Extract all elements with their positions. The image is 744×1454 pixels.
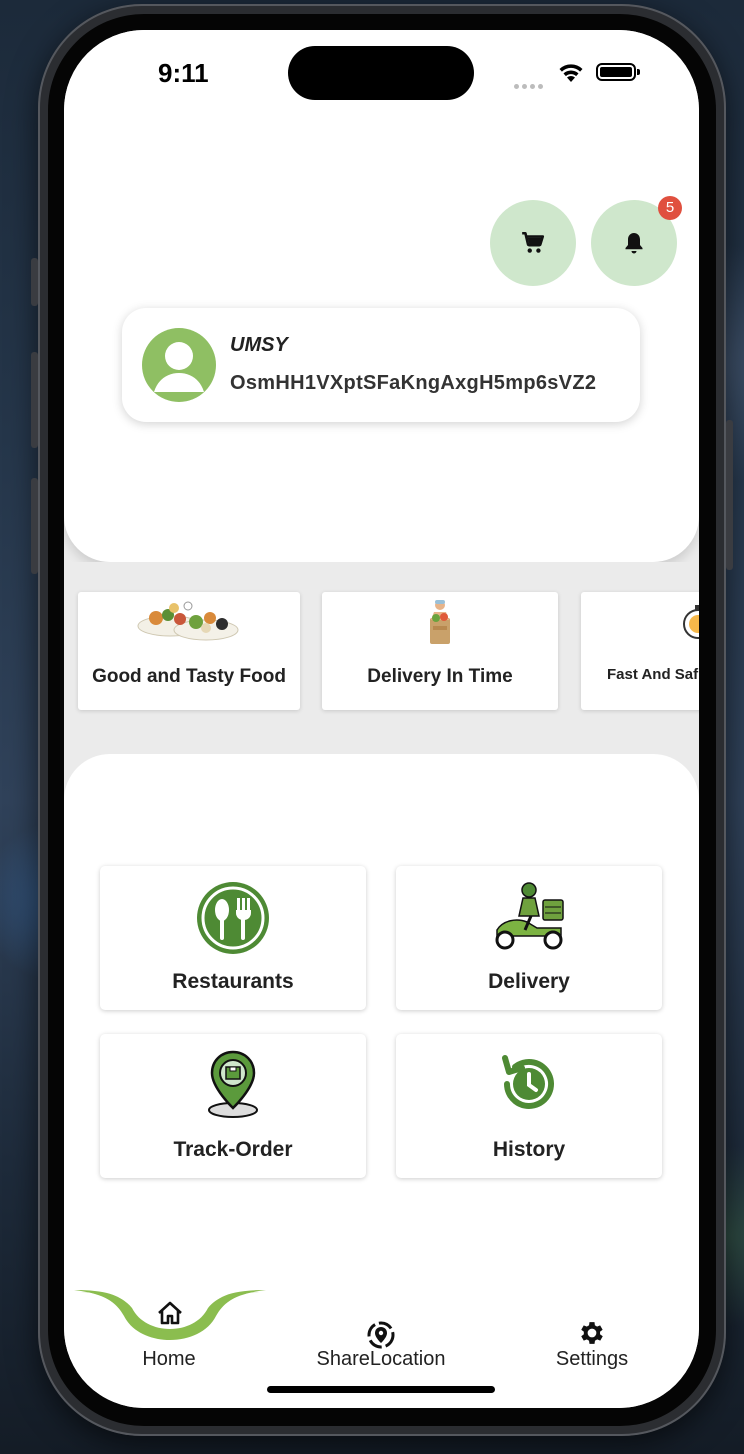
nav-share-location[interactable]: ShareLocation — [300, 1314, 462, 1384]
feature-card-fast-safe[interactable]: Fast And Saf — [581, 592, 699, 710]
feature-label: Delivery In Time — [367, 666, 513, 687]
map-pin-package-icon — [208, 1050, 258, 1118]
main-card: Restaurants Delivery Track-Order History… — [64, 754, 699, 1408]
nav-label-home: Home — [142, 1348, 196, 1370]
status-time: 9:11 — [158, 58, 209, 88]
cart-icon — [522, 231, 545, 253]
profile-card[interactable]: UMSY OsmHH1VXptSFaKngAxgH5mp6sVZ2 — [122, 308, 640, 422]
tile-label: Track-Order — [173, 1138, 293, 1161]
user-icon — [154, 342, 204, 392]
cellular-signal-icon — [514, 76, 546, 94]
track-order-tile[interactable]: Track-Order — [100, 1034, 366, 1178]
feature-label: Good and Tasty Food — [92, 666, 286, 687]
bell-icon — [625, 233, 643, 254]
battery-icon — [596, 63, 640, 81]
delivery-scooter-icon — [495, 882, 564, 950]
notification-badge: 5 — [658, 196, 682, 220]
delivery-tile[interactable]: Delivery — [396, 866, 662, 1010]
app-screen: 5 UMSY OsmHH1VXptSFaKngAxgH5mp6sVZ2 Good… — [64, 30, 699, 1408]
tile-label: Restaurants — [172, 970, 294, 993]
feature-card-food[interactable]: Good and Tasty Food — [78, 592, 300, 710]
avatar — [142, 328, 216, 402]
header-card: 5 UMSY OsmHH1VXptSFaKngAxgH5mp6sVZ2 — [64, 30, 699, 562]
feature-carousel[interactable]: Good and Tasty Food Delivery In Time Fas… — [64, 562, 699, 722]
tile-label: Delivery — [488, 970, 570, 993]
home-icon — [158, 1301, 182, 1325]
food-platter-icon — [137, 601, 239, 641]
grocery-bag-icon — [430, 600, 450, 644]
dynamic-island — [288, 46, 474, 100]
nav-settings[interactable]: Settings — [542, 1314, 642, 1384]
power-button — [726, 420, 733, 570]
restaurant-icon — [197, 882, 269, 954]
feature-card-delivery[interactable]: Delivery In Time — [322, 592, 558, 710]
history-clock-icon — [502, 1055, 554, 1109]
volume-down-button — [31, 478, 38, 574]
tile-label: History — [492, 1138, 566, 1161]
mute-switch — [31, 258, 38, 306]
cart-button[interactable] — [490, 200, 576, 286]
feature-label: Fast And Saf — [607, 666, 699, 683]
location-icon — [367, 1321, 395, 1349]
wifi-icon — [559, 64, 583, 82]
nav-label-settings: Settings — [555, 1348, 629, 1370]
profile-name: UMSY — [230, 334, 288, 356]
profile-user-id: OsmHH1VXptSFaKngAxgH5mp6sVZ2 — [230, 372, 597, 394]
nav-home[interactable]: Home — [124, 1274, 214, 1374]
stopwatch-icon — [683, 605, 699, 639]
volume-up-button — [31, 352, 38, 448]
gear-icon — [581, 1322, 603, 1344]
home-indicator — [267, 1386, 495, 1393]
nav-label-share-location: ShareLocation — [316, 1348, 446, 1370]
history-tile[interactable]: History — [396, 1034, 662, 1178]
restaurants-tile[interactable]: Restaurants — [100, 866, 366, 1010]
